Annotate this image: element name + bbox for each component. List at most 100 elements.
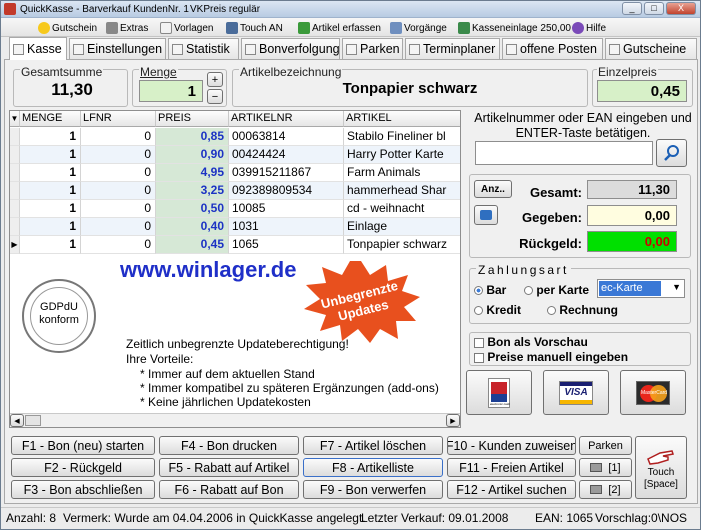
toolbar-gutschein[interactable]: Gutschein bbox=[38, 20, 97, 36]
row-selector[interactable] bbox=[10, 128, 20, 146]
radio-kredit[interactable]: Kredit bbox=[474, 303, 521, 317]
cell-preis[interactable]: 0,45 bbox=[156, 236, 229, 254]
card-type-select[interactable]: ec-Karte ▼ bbox=[597, 279, 685, 298]
cell-artikelnr[interactable]: 1065 bbox=[229, 236, 344, 254]
fkey-button[interactable]: F6 - Rabatt auf Bon bbox=[159, 480, 299, 499]
cell-lfnr[interactable]: 0 bbox=[81, 182, 156, 200]
cell-preis[interactable]: 0,40 bbox=[156, 218, 229, 236]
cell-lfnr[interactable]: 0 bbox=[81, 146, 156, 164]
cell-menge[interactable]: 1 bbox=[20, 128, 81, 146]
tab-bonverfolgung[interactable]: Bonverfolgung bbox=[241, 38, 340, 59]
cell-artikelnr[interactable]: 00063814 bbox=[229, 128, 344, 146]
cell-artikel[interactable]: hammerhead Shar bbox=[344, 182, 460, 200]
close-button[interactable]: X bbox=[666, 2, 696, 15]
parken-button[interactable]: Parken bbox=[579, 436, 632, 455]
cell-artikelnr[interactable]: 039915211867 bbox=[229, 164, 344, 182]
winlager-url[interactable]: www.winlager.de bbox=[120, 257, 296, 283]
row-selector[interactable] bbox=[10, 200, 20, 218]
toolbar-vorgaenge[interactable]: Vorgänge bbox=[390, 20, 447, 36]
fkey-button[interactable]: F10 - Kunden zuweisen bbox=[447, 436, 576, 455]
print-2-button[interactable]: [2] bbox=[579, 480, 632, 499]
minimize-button[interactable]: _ bbox=[622, 2, 642, 15]
cell-menge[interactable]: 1 bbox=[20, 236, 81, 254]
grid-header-menge[interactable]: MENGE bbox=[20, 111, 81, 127]
scroll-right-button[interactable]: ▶ bbox=[446, 414, 460, 427]
radio-per-karte[interactable]: per Karte bbox=[524, 283, 589, 297]
tab-gutscheine[interactable]: Gutscheine bbox=[605, 38, 697, 59]
tab-statistik[interactable]: Statistik bbox=[168, 38, 239, 59]
print-1-button[interactable]: [1] bbox=[579, 458, 632, 477]
grid-header-artikelnr[interactable]: ARTIKELNR bbox=[229, 111, 344, 127]
preise-manuell-checkbox[interactable]: Preise manuell eingeben bbox=[474, 350, 628, 364]
menge-plus-button[interactable]: + bbox=[207, 72, 223, 87]
fkey-button[interactable]: F8 - Artikelliste bbox=[303, 458, 443, 477]
toolbar-extras[interactable]: Extras bbox=[106, 20, 148, 36]
fkey-button[interactable]: F1 - Bon (neu) starten bbox=[11, 436, 155, 455]
tab-kasse[interactable]: Kasse bbox=[9, 37, 67, 60]
cell-artikel[interactable]: Einlage bbox=[344, 218, 460, 236]
cell-preis[interactable]: 3,25 bbox=[156, 182, 229, 200]
cell-preis[interactable]: 0,50 bbox=[156, 200, 229, 218]
artikel-search-input[interactable] bbox=[475, 141, 653, 165]
row-selector[interactable] bbox=[10, 218, 20, 236]
fkey-button[interactable]: F5 - Rabatt auf Artikel bbox=[159, 458, 299, 477]
toolbar-kasseneinlage[interactable]: Kasseneinlage 250,00 bbox=[458, 20, 571, 36]
radio-bar[interactable]: Bar bbox=[474, 283, 506, 297]
grid-header-preis[interactable]: PREIS bbox=[156, 111, 229, 127]
cell-artikelnr[interactable]: 10085 bbox=[229, 200, 344, 218]
cell-menge[interactable]: 1 bbox=[20, 146, 81, 164]
fkey-button[interactable]: F11 - Freien Artikel bbox=[447, 458, 576, 477]
cell-artikel[interactable]: Harry Potter Karte bbox=[344, 146, 460, 164]
tab-terminplaner[interactable]: Terminplaner bbox=[405, 38, 500, 59]
row-selector[interactable] bbox=[10, 146, 20, 164]
grid-hscrollbar[interactable]: ◀ ▶ bbox=[10, 413, 460, 427]
row-selector[interactable] bbox=[10, 164, 20, 182]
cell-lfnr[interactable]: 0 bbox=[81, 236, 156, 254]
cell-artikel[interactable]: cd - weihnacht bbox=[344, 200, 460, 218]
scroll-thumb[interactable] bbox=[25, 415, 41, 426]
cell-preis[interactable]: 0,85 bbox=[156, 128, 229, 146]
calculator-button[interactable] bbox=[474, 205, 498, 225]
tab-einstellungen[interactable]: Einstellungen bbox=[69, 38, 166, 59]
grid-header-artikel[interactable]: ARTIKEL bbox=[344, 111, 460, 127]
row-selector[interactable]: ▶ bbox=[10, 236, 20, 254]
fkey-button[interactable]: F2 - Rückgeld bbox=[11, 458, 155, 477]
cell-menge[interactable]: 1 bbox=[20, 182, 81, 200]
cell-artikelnr[interactable]: 092389809534 bbox=[229, 182, 344, 200]
ec-card-button[interactable]: electronic cash bbox=[466, 370, 532, 415]
article-grid[interactable]: ▼ MENGE LFNR PREIS ARTIKELNR ARTIKEL 100… bbox=[9, 110, 461, 428]
cell-preis[interactable]: 4,95 bbox=[156, 164, 229, 182]
cell-menge[interactable]: 1 bbox=[20, 200, 81, 218]
row-selector[interactable] bbox=[10, 182, 20, 200]
mastercard-button[interactable]: MasterCard bbox=[620, 370, 686, 415]
toolbar-vorlagen[interactable]: Vorlagen bbox=[160, 20, 213, 36]
radio-rechnung[interactable]: Rechnung bbox=[547, 303, 618, 317]
fkey-button[interactable]: F4 - Bon drucken bbox=[159, 436, 299, 455]
cell-lfnr[interactable]: 0 bbox=[81, 128, 156, 146]
cell-artikel[interactable]: Tonpapier schwarz bbox=[344, 236, 460, 254]
menge-field[interactable]: 1 bbox=[139, 80, 203, 102]
toolbar-artikel-erfassen[interactable]: Artikel erfassen bbox=[298, 20, 381, 36]
menge-minus-button[interactable]: − bbox=[207, 89, 223, 104]
cell-menge[interactable]: 1 bbox=[20, 218, 81, 236]
toolbar-hilfe[interactable]: Hilfe bbox=[572, 20, 606, 36]
cell-preis[interactable]: 0,90 bbox=[156, 146, 229, 164]
search-button[interactable] bbox=[656, 139, 687, 167]
fkey-button[interactable]: F9 - Bon verwerfen bbox=[303, 480, 443, 499]
cell-lfnr[interactable]: 0 bbox=[81, 218, 156, 236]
fkey-button[interactable]: F3 - Bon abschließen bbox=[11, 480, 155, 499]
visa-card-button[interactable]: VISA bbox=[543, 370, 609, 415]
fkey-button[interactable]: F12 - Artikel suchen bbox=[447, 480, 576, 499]
touch-button[interactable]: Touch [Space] bbox=[635, 436, 687, 499]
cell-lfnr[interactable]: 0 bbox=[81, 200, 156, 218]
scroll-left-button[interactable]: ◀ bbox=[10, 414, 24, 427]
toolbar-touch[interactable]: Touch AN bbox=[226, 20, 283, 36]
cell-lfnr[interactable]: 0 bbox=[81, 164, 156, 182]
tab-offene-posten[interactable]: offene Posten bbox=[502, 38, 603, 59]
grid-header-lfnr[interactable]: LFNR bbox=[81, 111, 156, 127]
gegeben-field[interactable]: 0,00 bbox=[587, 205, 677, 226]
bon-vorschau-checkbox[interactable]: Bon als Vorschau bbox=[474, 335, 588, 349]
fkey-button[interactable]: F7 - Artikel löschen bbox=[303, 436, 443, 455]
cell-artikelnr[interactable]: 00424424 bbox=[229, 146, 344, 164]
cell-menge[interactable]: 1 bbox=[20, 164, 81, 182]
